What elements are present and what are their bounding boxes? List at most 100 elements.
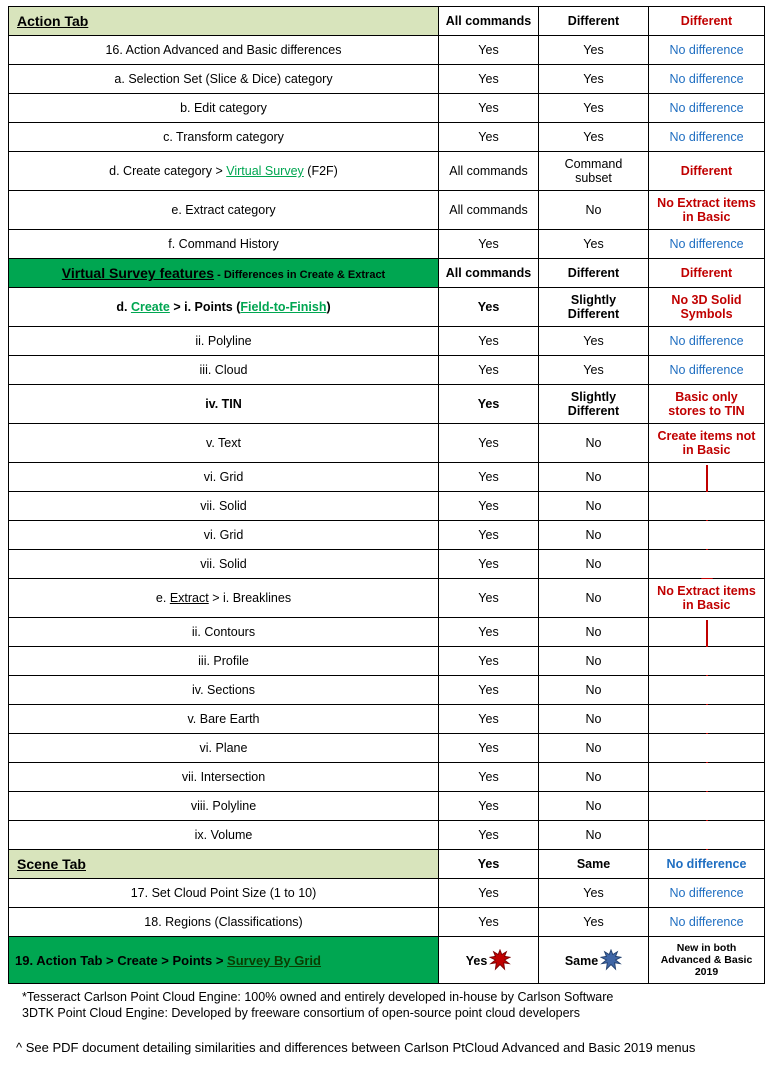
cell-a: Yes (439, 579, 539, 618)
row-label: vii. Solid (9, 492, 439, 521)
cell-a: Yes (439, 327, 539, 356)
cell-diff: New in both Advanced & Basic 2019 (649, 937, 765, 984)
cell-diff (649, 763, 765, 792)
cell-diff: No difference (649, 65, 765, 94)
cell-diff: No difference (649, 356, 765, 385)
cell-diff: No difference (649, 230, 765, 259)
cell-b: No (539, 647, 649, 676)
cell-b: Yes (539, 230, 649, 259)
cell-b: Slightly Different (539, 385, 649, 424)
row-label: b. Edit category (9, 94, 439, 123)
col-diff-header: Different (649, 7, 765, 36)
cell-diff: No difference (649, 36, 765, 65)
row-label: vi. Grid (9, 463, 439, 492)
section-survey-by-grid: 19. Action Tab > Create > Points > Surve… (9, 937, 439, 984)
col-b-header: Same (539, 850, 649, 879)
starburst-icon (489, 949, 511, 971)
cell-a: Yes (439, 65, 539, 94)
row-label: vi. Plane (9, 734, 439, 763)
cell-a: Yes (439, 123, 539, 152)
row-label: ii. Contours (9, 618, 439, 647)
cell-a: Yes (439, 463, 539, 492)
cell-diff (649, 521, 765, 550)
row-label: vii. Intersection (9, 763, 439, 792)
starburst-icon (600, 949, 622, 971)
virtual-survey-link[interactable]: Virtual Survey (226, 164, 304, 178)
cell-b: Yes (539, 123, 649, 152)
cell-a: Yes (439, 385, 539, 424)
cell-diff: Basic only stores to TIN (649, 385, 765, 424)
cell-a: Yes (439, 550, 539, 579)
cell-b: Slightly Different (539, 288, 649, 327)
col-b-header: Different (539, 7, 649, 36)
cell-diff: No difference (649, 327, 765, 356)
cell-diff (649, 492, 765, 521)
cell-b: No (539, 521, 649, 550)
cell-diff (649, 734, 765, 763)
cell-a: Yes (439, 821, 539, 850)
cell-b: Yes (539, 36, 649, 65)
cell-diff: No difference (649, 879, 765, 908)
row-label: iii. Profile (9, 647, 439, 676)
cell-a: Yes (439, 356, 539, 385)
cell-b: Yes (539, 908, 649, 937)
cell-a: Yes (439, 937, 539, 984)
cell-a: Yes (439, 676, 539, 705)
cell-a: Yes (439, 734, 539, 763)
cell-a: Yes (439, 908, 539, 937)
cell-diff: Create items not in Basic (649, 424, 765, 463)
cell-a: Yes (439, 647, 539, 676)
comparison-table: Action TabAll commandsDifferentDifferent… (8, 6, 765, 984)
create-link[interactable]: Create (131, 300, 170, 314)
row-label: 17. Set Cloud Point Size (1 to 10) (9, 879, 439, 908)
row-label: ii. Polyline (9, 327, 439, 356)
cell-a: Yes (439, 94, 539, 123)
cell-b: No (539, 191, 649, 230)
cell-a: Yes (439, 763, 539, 792)
row-label: ix. Volume (9, 821, 439, 850)
cell-b: Yes (539, 327, 649, 356)
cell-a: All commands (439, 191, 539, 230)
f2f-link[interactable]: Field-to-Finish (240, 300, 326, 314)
row-label: vi. Grid (9, 521, 439, 550)
cell-b: No (539, 705, 649, 734)
cell-a: Yes (439, 618, 539, 647)
cell-diff (649, 792, 765, 821)
cell-diff: No Extract items in Basic (649, 579, 765, 618)
survey-by-grid-link[interactable]: Survey By Grid (227, 953, 321, 968)
col-a-header: All commands (439, 7, 539, 36)
cell-a: Yes (439, 879, 539, 908)
cell-diff: No 3D Solid Symbols (649, 288, 765, 327)
cell-a: Yes (439, 36, 539, 65)
footnote-1: *Tesseract Carlson Point Cloud Engine: 1… (22, 990, 755, 1004)
section-action-tab: Action Tab (9, 7, 439, 36)
cell-diff: Different (649, 152, 765, 191)
cell-b: No (539, 618, 649, 647)
row-label: e. Extract > i. Breaklines (9, 579, 439, 618)
cell-b: No (539, 550, 649, 579)
row-label: v. Bare Earth (9, 705, 439, 734)
cell-b: Yes (539, 65, 649, 94)
cell-diff: No difference (649, 94, 765, 123)
row-label: c. Transform category (9, 123, 439, 152)
cell-a: Yes (439, 230, 539, 259)
cell-b: No (539, 821, 649, 850)
row-label: viii. Polyline (9, 792, 439, 821)
col-diff-header: Different (649, 259, 765, 288)
cell-diff (649, 618, 765, 647)
cell-diff (649, 705, 765, 734)
pdf-note: ^ See PDF document detailing similaritie… (8, 1022, 765, 1055)
cell-a: Yes (439, 792, 539, 821)
col-b-header: Different (539, 259, 649, 288)
cell-b: No (539, 579, 649, 618)
row-label: a. Selection Set (Slice & Dice) category (9, 65, 439, 94)
row-label: 16. Action Advanced and Basic difference… (9, 36, 439, 65)
row-label: f. Command History (9, 230, 439, 259)
cell-a: Yes (439, 288, 539, 327)
section-virtual-survey: Virtual Survey features - Differences in… (9, 259, 439, 288)
cell-b: Yes (539, 356, 649, 385)
cell-a: Yes (439, 705, 539, 734)
cell-b: Same (539, 937, 649, 984)
cell-diff: No Extract items in Basic (649, 191, 765, 230)
cell-diff (649, 676, 765, 705)
